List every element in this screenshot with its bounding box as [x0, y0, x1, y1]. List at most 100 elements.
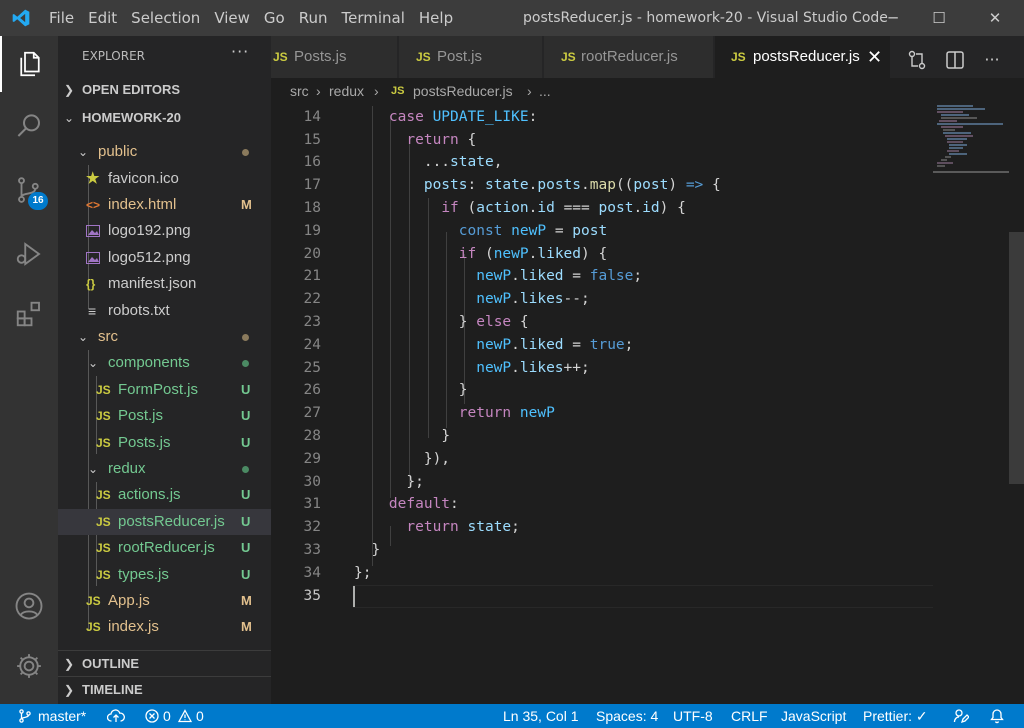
more-editor-actions-icon[interactable]: ··· — [978, 46, 1006, 74]
chevron-down-icon: ⌄ — [64, 111, 75, 125]
tree-file-types[interactable]: JS types.js U — [58, 562, 271, 588]
code-editor[interactable]: 14 15 16 17 18 19 20 21 22 23 24 25 26 2… — [271, 104, 1024, 704]
chevron-right-icon: ❯ — [64, 83, 75, 97]
tree-file-actions[interactable]: JS actions.js U — [58, 482, 271, 508]
tree-file-app[interactable]: JS App.js M — [58, 588, 271, 614]
manage-activity[interactable] — [0, 638, 58, 694]
workspace-label: HOMEWORK-20 — [82, 110, 181, 125]
git-branch-icon — [19, 709, 31, 723]
notifications-bell-icon[interactable] — [989, 708, 1005, 724]
search-activity[interactable] — [0, 98, 58, 154]
tree-folder-public[interactable]: ⌄ public — [58, 139, 271, 165]
explorer-activity[interactable] — [0, 36, 58, 92]
tree-file-posts[interactable]: JS Posts.js U — [58, 430, 271, 456]
tree-file-logo192[interactable]: logo192.png — [58, 218, 271, 244]
language-mode[interactable]: JavaScript — [781, 704, 846, 728]
menu-selection[interactable]: Selection — [124, 0, 207, 36]
menu-run[interactable]: Run — [292, 0, 335, 36]
menu-help[interactable]: Help — [412, 0, 460, 36]
menu-file[interactable]: File — [42, 0, 81, 36]
javascript-icon: JS — [731, 50, 746, 64]
minimap[interactable] — [933, 104, 1013, 174]
code-line: }; — [354, 565, 372, 581]
tree-folder-src[interactable]: ⌄ src — [58, 324, 271, 350]
tree-file-index-html[interactable]: <> index.html M — [58, 192, 271, 218]
source-control-activity[interactable]: 16 — [0, 162, 58, 218]
open-editors-section[interactable]: ❯ OPEN EDITORS — [58, 77, 271, 103]
close-window-button[interactable]: ✕ — [972, 0, 1018, 36]
workspace-section[interactable]: ⌄ HOMEWORK-20 — [58, 105, 271, 131]
encoding-status[interactable]: UTF-8 — [673, 704, 713, 728]
run-debug-activity[interactable] — [0, 226, 58, 282]
tree-folder-redux[interactable]: ⌄ redux — [58, 456, 271, 482]
accounts-activity[interactable] — [0, 578, 58, 634]
tree-label: src — [98, 328, 118, 345]
tab-label: postsReducer.js — [753, 48, 860, 65]
line-number: 14 — [303, 109, 321, 125]
compare-changes-icon[interactable] — [903, 46, 931, 74]
line-number: 20 — [303, 246, 321, 262]
maximize-button[interactable]: ☐ — [916, 0, 962, 36]
error-icon — [145, 709, 159, 723]
breadcrumb-redux[interactable]: redux — [329, 78, 364, 104]
feedback-icon[interactable] — [953, 708, 969, 724]
line-number: 24 — [303, 337, 321, 353]
sync-cloud-icon[interactable] — [107, 709, 125, 723]
tree-folder-components[interactable]: ⌄ components — [58, 350, 271, 376]
chevron-right-icon: ❯ — [64, 657, 75, 671]
status-badge: M — [241, 619, 252, 634]
tree-file-robots[interactable]: ≡ robots.txt — [58, 298, 271, 324]
tree-file-logo512[interactable]: logo512.png — [58, 245, 271, 271]
menu-edit[interactable]: Edit — [81, 0, 124, 36]
untracked-dot — [242, 466, 249, 473]
tree-file-postsreducer[interactable]: JS postsReducer.js U — [58, 509, 271, 535]
tree-label: Post.js — [118, 407, 164, 424]
tree-label: types.js — [118, 566, 169, 583]
chevron-right-icon: › — [316, 83, 321, 99]
code-line: ...state, — [423, 154, 503, 170]
explorer-sidebar: EXPLORER ··· ❯ OPEN EDITORS ⌄ HOMEWORK-2… — [58, 36, 271, 704]
javascript-icon: JS — [391, 85, 405, 97]
timeline-section[interactable]: ❯ TIMELINE — [58, 676, 271, 702]
extensions-activity[interactable] — [0, 286, 58, 342]
code-line: newP.liked = false; — [476, 268, 643, 284]
tree-file-rootreducer[interactable]: JS rootReducer.js U — [58, 535, 271, 561]
error-count[interactable]: 0 — [163, 704, 171, 728]
tree-file-manifest[interactable]: {} manifest.json — [58, 271, 271, 297]
outline-section[interactable]: ❯ OUTLINE — [58, 650, 271, 676]
tab-posts-js[interactable]: JS Posts.js — [271, 36, 398, 78]
prettier-status[interactable]: Prettier: ✓ — [863, 704, 928, 728]
tree-file-favicon[interactable]: ★ favicon.ico — [58, 166, 271, 192]
menu-view[interactable]: View — [207, 0, 257, 36]
tab-rootreducer-js[interactable]: JS rootReducer.js — [544, 36, 714, 78]
minimize-button[interactable]: ─ — [870, 0, 916, 36]
tab-post-js[interactable]: JS Post.js — [399, 36, 543, 78]
menu-go[interactable]: Go — [257, 0, 292, 36]
cursor-position[interactable]: Ln 35, Col 1 — [503, 704, 579, 728]
line-number: 21 — [303, 268, 321, 284]
tab-postsreducer-js[interactable]: JS postsReducer.js ✕ — [715, 36, 891, 78]
breadcrumb-src[interactable]: src — [290, 78, 309, 104]
code-line: } — [441, 428, 451, 444]
javascript-icon: JS — [96, 436, 111, 450]
vertical-scrollbar[interactable] — [1009, 232, 1024, 484]
menu-terminal[interactable]: Terminal — [335, 0, 412, 36]
more-actions-button[interactable]: ··· — [231, 42, 249, 61]
breadcrumb-file[interactable]: postsReducer.js — [413, 78, 513, 104]
indentation-status[interactable]: Spaces: 4 — [596, 704, 658, 728]
tree-file-formpost[interactable]: JS FormPost.js U — [58, 377, 271, 403]
line-number: 19 — [303, 223, 321, 239]
tree-file-post[interactable]: JS Post.js U — [58, 403, 271, 429]
breadcrumb-symbol[interactable]: ... — [539, 78, 551, 104]
eol-status[interactable]: CRLF — [731, 704, 768, 728]
run-debug-icon — [16, 242, 41, 266]
split-editor-icon[interactable] — [941, 46, 969, 74]
tree-file-index-js[interactable]: JS index.js M — [58, 614, 271, 640]
status-badge: M — [241, 197, 252, 212]
javascript-icon: JS — [96, 541, 111, 555]
branch-status[interactable]: master* — [38, 704, 86, 728]
close-tab-button[interactable]: ✕ — [867, 36, 882, 78]
line-number: 28 — [303, 428, 321, 444]
warning-count[interactable]: 0 — [196, 704, 204, 728]
javascript-icon: JS — [561, 50, 576, 64]
